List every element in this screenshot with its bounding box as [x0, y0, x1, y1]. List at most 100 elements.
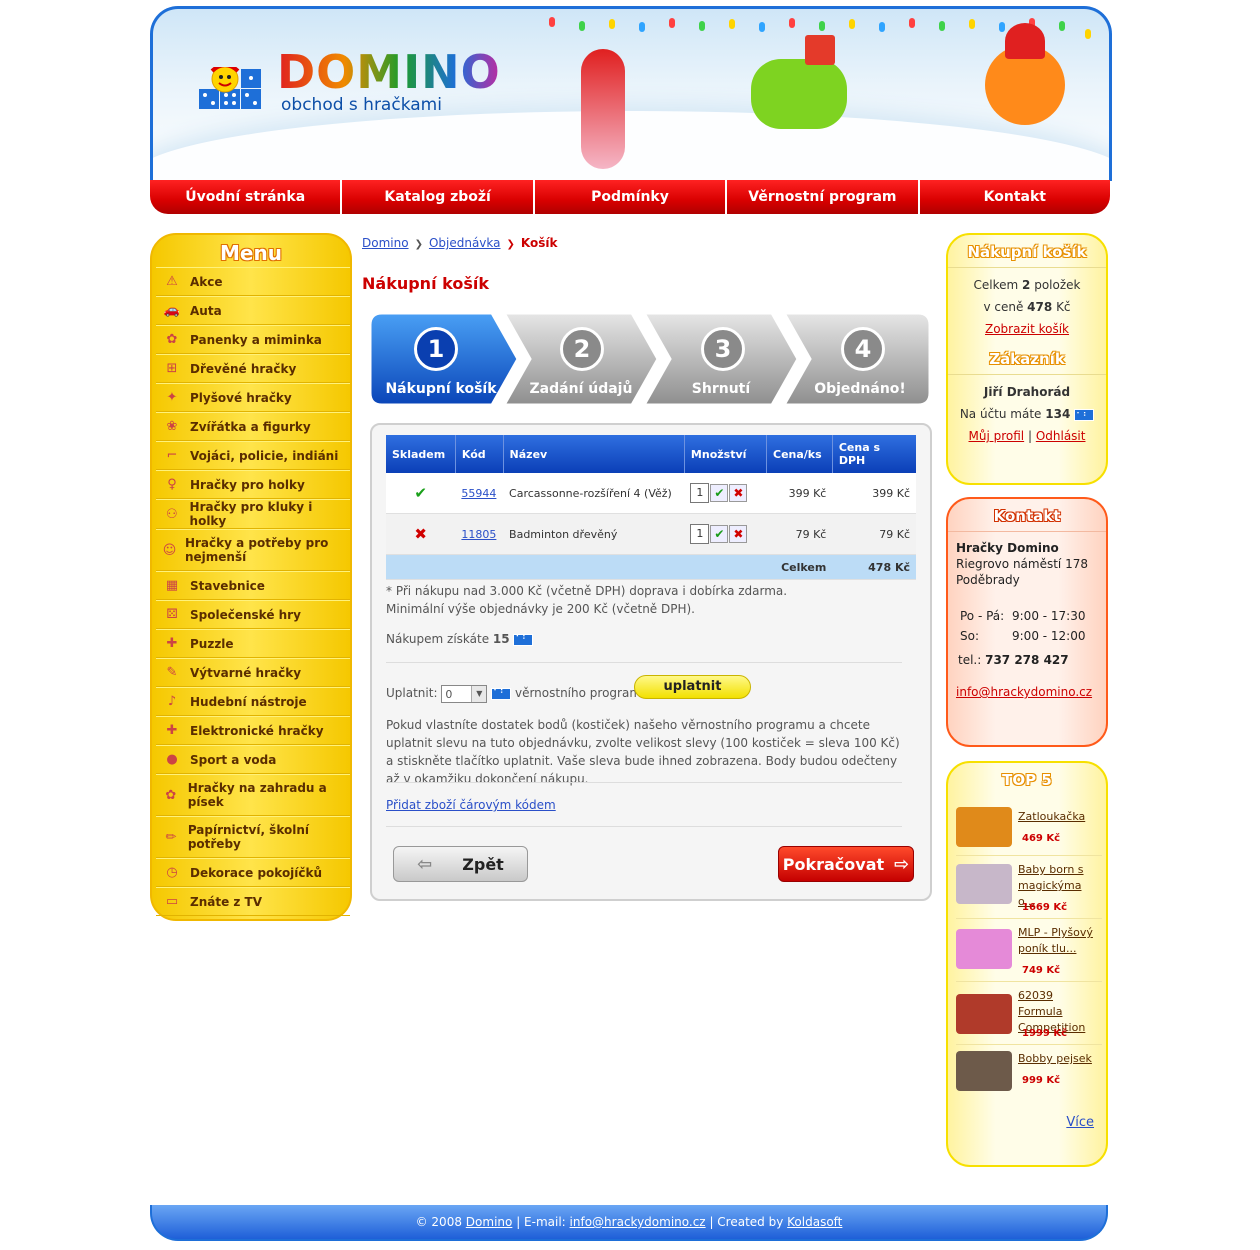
menu-item[interactable]: ✿ Hračky na zahradu a písek [156, 774, 350, 816]
points-earned: Nákupem získáte 15 [386, 630, 534, 649]
nav-contact[interactable]: Kontakt [919, 180, 1111, 214]
menu-item[interactable]: ⊞ Dřevěné hračky [156, 354, 350, 383]
menu-item-label[interactable]: Hudební nástroje [190, 695, 307, 709]
menu-item[interactable]: ✿ Panenky a miminka [156, 325, 350, 354]
step-3-number: 3 [701, 327, 745, 371]
menu-item-label[interactable]: Hračky na zahradu a písek [188, 781, 350, 809]
menu-item[interactable]: 🚗 Auta [156, 296, 350, 325]
cart-box-price: v ceně 478 Kč [983, 300, 1071, 314]
menu-item-label[interactable]: Znáte z TV [190, 895, 262, 909]
menu-item-label[interactable]: Panenky a miminka [190, 333, 322, 347]
menu-item[interactable]: ⚠ Akce [156, 267, 350, 296]
menu-item[interactable]: ✚ Puzzle [156, 629, 350, 658]
update-check-icon[interactable]: ✔ [710, 484, 729, 502]
top5-item[interactable]: Zatloukačka 469 Kč [956, 803, 1102, 856]
top5-item-name[interactable]: MLP - Plyšový poník tlu... [1018, 925, 1100, 957]
nav-terms[interactable]: Podmínky [534, 180, 726, 214]
more-link[interactable]: Více [1066, 1115, 1094, 1130]
top5-item-price: 749 Kč [1022, 965, 1061, 976]
menu-item[interactable]: ✚ Elektronické hračky [156, 716, 350, 745]
menu-item[interactable]: ▭ Znáte z TV [156, 887, 350, 916]
top5-item[interactable]: Bobby pejsek 999 Kč [956, 1045, 1102, 1097]
car-icon: 🚗 [163, 303, 181, 318]
menu-item[interactable]: ♪ Hudební nástroje [156, 687, 350, 716]
dice-icon: ⚄ [166, 607, 178, 622]
product-code-link[interactable]: 11805 [461, 528, 496, 541]
divider [386, 782, 902, 783]
top5-item[interactable]: MLP - Plyšový poník tlu... 749 Kč [956, 919, 1102, 982]
top5-title: TOP 5 [1002, 771, 1052, 789]
menu-item[interactable]: ☺ Hračky a potřeby pro nejmenší [156, 529, 350, 571]
remove-x-icon[interactable]: ✖ [729, 525, 748, 543]
add-by-barcode-link[interactable]: Přidat zboží čárovým kódem [386, 798, 556, 812]
update-check-icon[interactable]: ✔ [710, 525, 729, 543]
footer-creator-link[interactable]: Koldasoft [787, 1215, 842, 1229]
kids-icon: ⚇ [165, 506, 178, 522]
redeem-points-select[interactable]: 0 ▼ [441, 684, 488, 703]
arrow-right-icon: ⇨ [894, 853, 910, 875]
ball-icon: ● [166, 752, 178, 767]
menu-item[interactable]: ● Sport a voda [156, 745, 350, 774]
menu-item-label[interactable]: Papírnictví, školní potřeby [188, 823, 350, 851]
menu-item-label[interactable]: Auta [190, 304, 222, 318]
footer-email-link[interactable]: info@hrackydomino.cz [570, 1215, 706, 1229]
redeem-label: Uplatnit: [386, 686, 438, 700]
logout-link[interactable]: Odhlásit [1036, 429, 1086, 443]
menu-item-label[interactable]: Sport a voda [190, 753, 276, 767]
top5-item-name[interactable]: Zatloukačka [1018, 809, 1085, 825]
menu-item-label[interactable]: Zvířátka a figurky [190, 420, 311, 434]
menu-item[interactable]: ◷ Dekorace pokojíčků [156, 858, 350, 887]
santa-doll-image [581, 49, 625, 169]
nav-catalog[interactable]: Katalog zboží [342, 180, 533, 214]
menu-item[interactable]: ✦ Plyšové hračky [156, 383, 350, 412]
menu-item-label[interactable]: Elektronické hračky [190, 724, 324, 738]
col-qty: Množství [684, 435, 768, 473]
breadcrumb-order[interactable]: Objednávka [429, 236, 501, 250]
menu-item[interactable]: ⌐ Vojáci, policie, indiáni [156, 441, 350, 470]
menu-item-label[interactable]: Plyšové hračky [190, 391, 292, 405]
gift-box-image [805, 35, 835, 65]
menu-item-label[interactable]: Společenské hry [190, 608, 301, 622]
footer-site-link[interactable]: Domino [466, 1215, 513, 1229]
hours-weekday-label: Po - Pá: [960, 609, 1005, 623]
redeem-button[interactable]: uplatnit [634, 675, 751, 699]
top5-item[interactable]: 62039 Formula Competition 1999 Kč [956, 982, 1102, 1045]
nav-home[interactable]: Úvodní stránka [150, 180, 341, 214]
menu-item-label[interactable]: Hračky a potřeby pro nejmenší [185, 536, 350, 564]
menu-item-label[interactable]: Hračky pro holky [190, 478, 305, 492]
menu-item[interactable]: ⚇ Hračky pro kluky i holky [156, 499, 350, 529]
menu-item[interactable]: ▦ Stavebnice [156, 571, 350, 600]
my-profile-link[interactable]: Můj profil [969, 429, 1025, 443]
show-cart-link[interactable]: Zobrazit košík [985, 322, 1069, 336]
header-banner: DOMINO obchod s hračkami [150, 6, 1112, 181]
back-button[interactable]: ⇦ Zpět [393, 846, 528, 882]
menu-item-label[interactable]: Dřevěné hračky [190, 362, 296, 376]
menu-item-label[interactable]: Puzzle [190, 637, 234, 651]
menu-item-label[interactable]: Hračky pro kluky i holky [190, 500, 350, 528]
train-icon: ⊞ [166, 361, 178, 376]
top5-item[interactable]: Baby born s magickýma o... 1669 Kč [956, 856, 1102, 919]
breadcrumb-home[interactable]: Domino [362, 236, 409, 250]
menu-item-label[interactable]: Dekorace pokojíčků [190, 866, 322, 880]
continue-button[interactable]: Pokračovat ⇨ [778, 846, 914, 882]
menu-item[interactable]: ⚄ Společenské hry [156, 600, 350, 629]
menu-item[interactable]: ❀ Zvířátka a figurky [156, 412, 350, 441]
nav-loyalty[interactable]: Věrnostní program [727, 180, 918, 214]
product-code-link[interactable]: 55944 [461, 487, 496, 500]
domino-points-icon [491, 685, 512, 703]
menu-item[interactable]: ✎ Výtvarné hračky [156, 658, 350, 687]
quantity-input[interactable]: 1 [690, 483, 710, 503]
points-earned-value: 15 [492, 632, 510, 646]
menu-item[interactable]: ✏ Papírnictví, školní potřeby [156, 816, 350, 858]
menu-item[interactable]: ♀ Hračky pro holky [156, 470, 350, 499]
cart-summary-box: Nákupní košík Celkem 2 položek v ceně 47… [946, 233, 1108, 485]
menu-item-label[interactable]: Akce [190, 275, 223, 289]
quantity-input[interactable]: 1 [690, 524, 710, 544]
contact-email-link[interactable]: info@hrackydomino.cz [956, 685, 1092, 699]
top5-item-name[interactable]: Bobby pejsek [1018, 1051, 1092, 1067]
menu-item-label[interactable]: Výtvarné hračky [190, 666, 301, 680]
divider [386, 662, 902, 663]
menu-item-label[interactable]: Vojáci, policie, indiáni [190, 449, 338, 463]
remove-x-icon[interactable]: ✖ [729, 484, 748, 502]
menu-item-label[interactable]: Stavebnice [190, 579, 265, 593]
